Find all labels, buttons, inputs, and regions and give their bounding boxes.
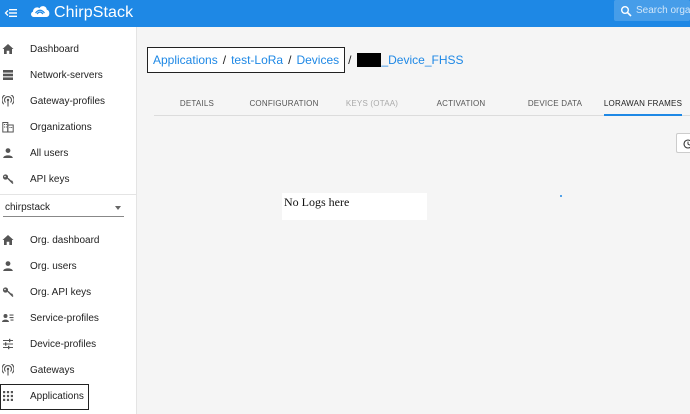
- user-icon: [2, 260, 14, 272]
- sidebar-item-label: Network-servers: [30, 69, 103, 81]
- applications-highlight-box: [0, 384, 89, 410]
- home-icon: [2, 43, 14, 55]
- sidebar-item-gateways[interactable]: Gateways: [0, 357, 136, 383]
- sidebar-item-device-profiles[interactable]: Device-profiles: [0, 331, 136, 357]
- sidebar-item-network-servers[interactable]: Network-servers: [0, 62, 136, 88]
- sidebar-item-org-dashboard[interactable]: Org. dashboard: [0, 227, 136, 253]
- active-tab-indicator: [604, 114, 682, 116]
- breadcrumb-separator: /: [222, 53, 227, 67]
- breadcrumb-highlight-box: Applications / test-LoRa / Devices: [147, 47, 346, 73]
- sidebar-item-label: Device-profiles: [30, 338, 97, 350]
- breadcrumb-applications[interactable]: Applications: [153, 53, 218, 67]
- sidebar-item-label: Org. API keys: [30, 286, 92, 298]
- app-logo[interactable]: ChirpStack: [29, 1, 133, 25]
- cloud-logo-icon: [29, 3, 51, 24]
- history-button[interactable]: [676, 133, 690, 153]
- redacted-block: [357, 53, 382, 67]
- tab-device-data[interactable]: DEVICE DATA: [506, 90, 604, 116]
- breadcrumb-devices[interactable]: Devices: [296, 53, 339, 67]
- sidebar: Dashboard Network-servers Gateway-profil…: [0, 27, 137, 414]
- sidebar-item-dashboard[interactable]: Dashboard: [0, 36, 136, 62]
- empty-logs-panel: No Logs here: [282, 193, 427, 220]
- menu-collapse-icon[interactable]: [4, 6, 18, 20]
- breadcrumb-separator: /: [288, 53, 292, 67]
- tab-keys-otaa[interactable]: KEYS (OTAA): [328, 90, 416, 116]
- breadcrumb-device: _Device_FHSS: [381, 53, 464, 67]
- sidebar-item-org-api-keys[interactable]: Org. API keys: [0, 279, 136, 305]
- tab-configuration[interactable]: CONFIGURATION: [240, 90, 328, 116]
- sidebar-divider: [0, 194, 136, 195]
- key-icon: [2, 173, 14, 185]
- sidebar-item-gateway-profiles[interactable]: Gateway-profiles: [0, 88, 136, 114]
- breadcrumb-separator: /: [348, 53, 352, 67]
- app-bar: ChirpStack: [0, 0, 690, 27]
- sidebar-item-all-users[interactable]: All users: [0, 140, 136, 166]
- sidebar-item-organizations[interactable]: Organizations: [0, 114, 136, 140]
- sidebar-item-label: Gateways: [30, 364, 75, 376]
- sidebar-item-label: API keys: [30, 173, 70, 185]
- breadcrumb-application[interactable]: test-LoRa: [231, 53, 283, 67]
- sidebar-item-label: Org. dashboard: [30, 234, 100, 246]
- search-box[interactable]: [614, 0, 690, 21]
- home-icon: [2, 234, 14, 246]
- app-name: ChirpStack: [54, 4, 134, 21]
- device-tabs: DETAILS CONFIGURATION KEYS (OTAA) ACTIVA…: [154, 90, 690, 116]
- loading-dot: [560, 195, 562, 197]
- organization-select-value: chirpstack: [5, 202, 51, 213]
- sidebar-item-service-profiles[interactable]: Service-profiles: [0, 305, 136, 331]
- sidebar-item-label: All users: [30, 147, 69, 159]
- sidebar-item-label: Dashboard: [30, 43, 79, 55]
- radio-tower-icon: [2, 364, 14, 376]
- tune-icon: [2, 338, 14, 350]
- sidebar-item-label: Organizations: [30, 121, 92, 133]
- sidebar-item-label: Gateway-profiles: [30, 95, 106, 107]
- tab-details[interactable]: DETAILS: [154, 90, 240, 116]
- sidebar-item-label: Org. users: [30, 260, 77, 272]
- sidebar-item-api-keys[interactable]: API keys: [0, 166, 136, 192]
- user-icon: [2, 147, 14, 159]
- main-content: Applications / test-LoRa / Devices / _De…: [137, 27, 690, 414]
- empty-logs-message: No Logs here: [284, 195, 350, 209]
- search-input[interactable]: [636, 3, 690, 18]
- radio-tower-icon: [2, 95, 14, 107]
- search-icon: [620, 4, 632, 17]
- sidebar-item-label: Service-profiles: [30, 312, 99, 324]
- account-details-icon: [2, 312, 14, 324]
- sidebar-item-org-users[interactable]: Org. users: [0, 253, 136, 279]
- chevron-down-icon: [115, 206, 121, 210]
- breadcrumb: Applications / test-LoRa / Devices / _De…: [147, 47, 464, 73]
- tab-lorawan-frames[interactable]: LORAWAN FRAMES: [604, 90, 682, 116]
- organization-select[interactable]: chirpstack: [3, 199, 124, 217]
- server-icon: [2, 69, 14, 81]
- tab-activation[interactable]: ACTIVATION: [416, 90, 506, 116]
- domain-icon: [2, 121, 14, 133]
- key-icon: [2, 286, 14, 298]
